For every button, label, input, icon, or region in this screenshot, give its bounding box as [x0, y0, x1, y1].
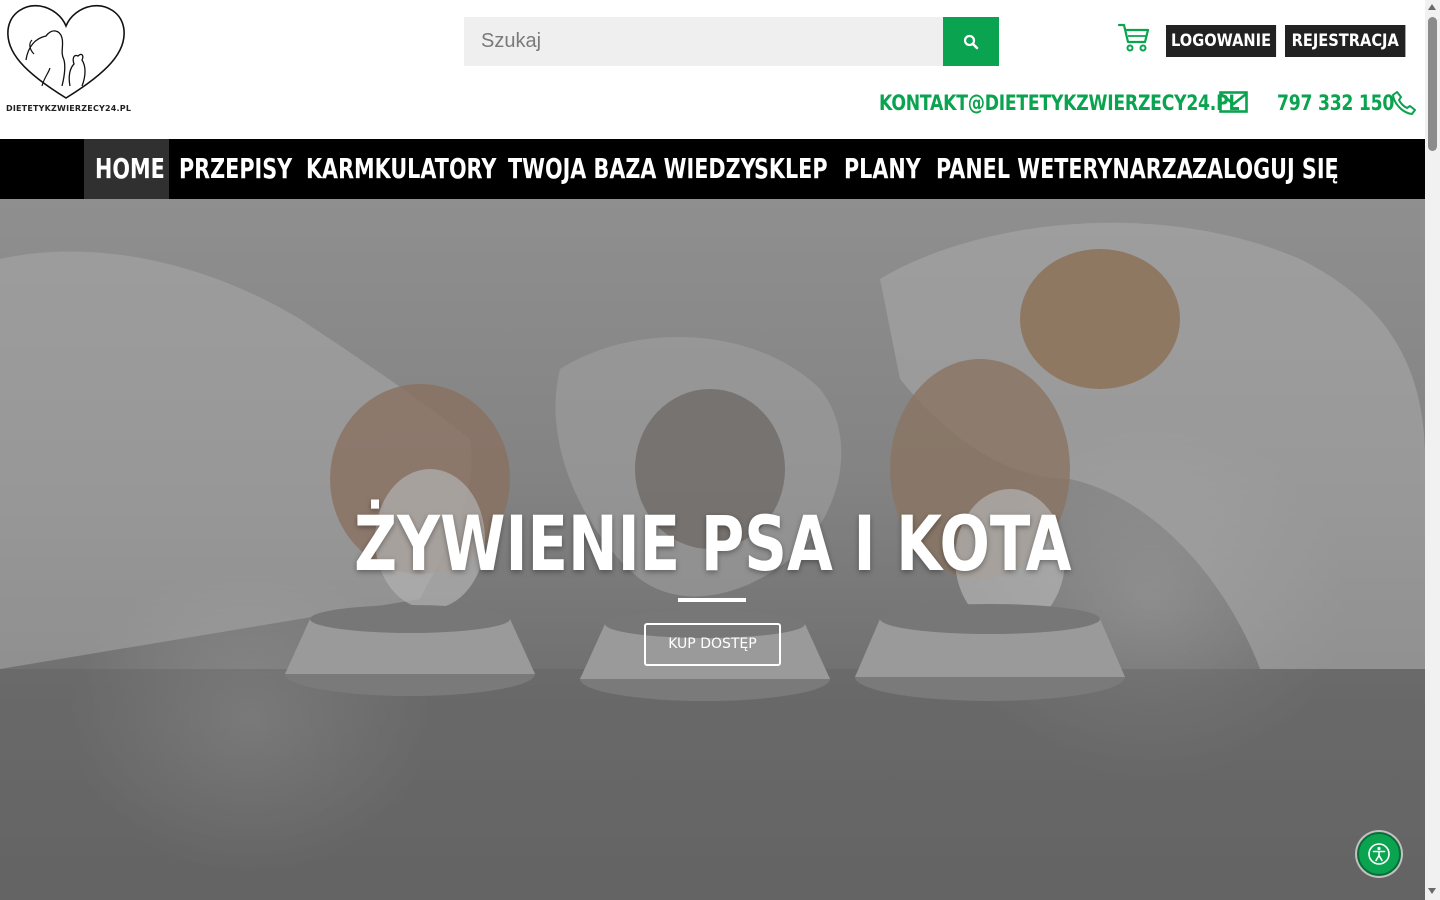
scroll-up-arrow-icon[interactable] — [1428, 4, 1436, 10]
hero-divider — [678, 598, 746, 602]
register-button[interactable]: REJESTRACJA — [1285, 25, 1406, 57]
nav-item-sklep[interactable]: SKLEP — [754, 139, 853, 199]
hero-title: ŻYWIENIE PSA I KOTA — [353, 499, 1072, 588]
accessibility-button[interactable] — [1357, 832, 1401, 876]
heart-pets-logo-icon — [7, 4, 125, 99]
login-button[interactable]: LOGOWANIE — [1166, 25, 1277, 57]
nav-item-zaloguj[interactable]: ZALOGUJ SIĘ — [1192, 139, 1390, 199]
nav-item-plany[interactable]: PLANY — [844, 139, 948, 199]
site-logo[interactable]: DIETETYKZWIERZECY24.PL — [4, 2, 132, 118]
logo-text: DIETETYKZWIERZECY24.PL — [6, 104, 132, 113]
search-input[interactable] — [464, 17, 943, 66]
mail-icon — [1219, 91, 1248, 113]
hero-banner: ŻYWIENIE PSA I KOTA KUP DOSTĘP — [0, 199, 1425, 900]
search-icon — [963, 34, 979, 49]
main-nav: HOME PRZEPISY KARMKULATORY TWOJA BAZA WI… — [0, 139, 1425, 199]
nav-item-home[interactable]: HOME — [84, 139, 169, 199]
scrollbar-thumb[interactable] — [1428, 17, 1437, 151]
page-scrollbar[interactable] — [1425, 0, 1440, 900]
contact-email-link[interactable]: KONTAKT@DIETETYKZWIERZECY24.PL — [879, 88, 1318, 118]
accessibility-icon — [1368, 843, 1390, 865]
search-bar — [464, 17, 999, 66]
search-button[interactable] — [943, 17, 999, 66]
phone-icon — [1392, 91, 1416, 115]
cart-icon — [1117, 23, 1150, 52]
contact-phone-text: 797 332 150 — [1277, 91, 1395, 115]
buy-access-button[interactable]: KUP DOSTĘP — [644, 623, 781, 666]
cart-button[interactable] — [1117, 22, 1151, 54]
scroll-down-arrow-icon[interactable] — [1428, 888, 1436, 894]
contact-email-text: KONTAKT@DIETETYKZWIERZECY24.PL — [879, 91, 1240, 115]
